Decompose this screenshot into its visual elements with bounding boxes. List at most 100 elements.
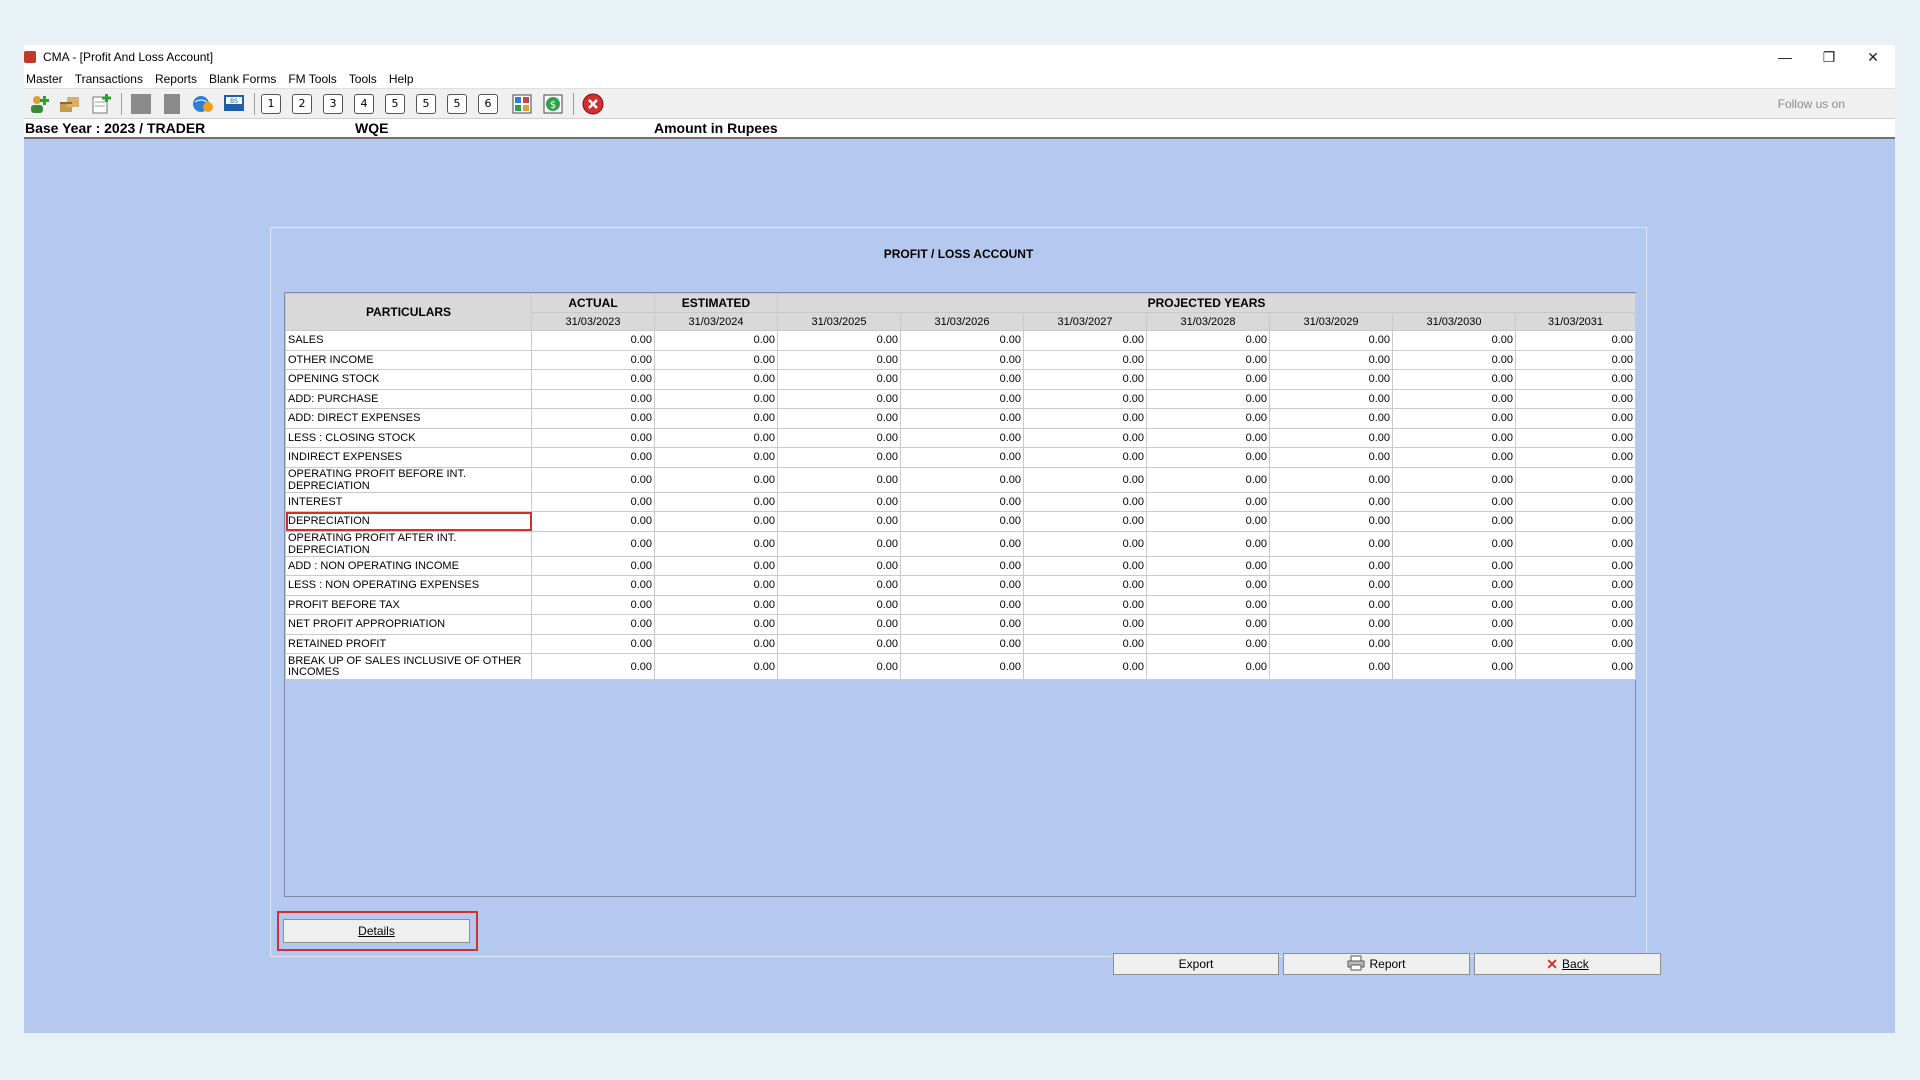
new-document-icon[interactable] [88,92,114,116]
value-cell[interactable]: 0.00 [1269,388,1393,409]
value-cell[interactable]: 0.00 [1392,575,1516,596]
value-cell[interactable]: 0.00 [1514,349,1637,370]
form-5-button[interactable]: 5 [385,93,405,114]
value-cell[interactable]: 0.00 [900,614,1024,635]
value-cell[interactable]: 0.00 [654,653,778,680]
value-cell[interactable]: 0.00 [1269,427,1393,448]
value-cell[interactable]: 0.00 [1269,653,1393,680]
value-cell[interactable]: 0.00 [531,530,655,557]
table-row[interactable]: ADD: PURCHASE 0.00 0.00 0.00 0.00 0.00 0.00 0.0… [285,388,1637,409]
value-cell[interactable]: 0.00 [1023,614,1147,635]
value-cell[interactable]: 0.00 [654,349,778,370]
value-cell[interactable]: 0.00 [1146,427,1270,448]
value-cell[interactable]: 0.00 [654,369,778,390]
value-cell[interactable]: 0.00 [654,447,778,468]
dollar-icon[interactable]: $ [540,92,566,116]
value-cell[interactable]: 0.00 [1514,447,1637,468]
value-cell[interactable]: 0.00 [900,555,1024,576]
form-3-button[interactable]: 3 [323,93,343,114]
value-cell[interactable]: 0.00 [1392,466,1516,493]
grey-block-icon[interactable] [159,92,185,116]
table-row[interactable]: OTHER INCOME 0.00 0.00 0.00 0.00 0.00 0.00 0.00… [285,349,1637,370]
row-label[interactable]: LESS : NON OPERATING EXPENSES [285,575,532,596]
value-cell[interactable]: 0.00 [531,466,655,493]
row-label[interactable]: INTEREST [285,491,532,512]
value-cell[interactable]: 0.00 [777,388,901,409]
value-cell[interactable]: 0.00 [1514,388,1637,409]
boxes-icon[interactable] [57,92,83,116]
value-cell[interactable]: 0.00 [1269,349,1393,370]
value-cell[interactable]: 0.00 [1269,633,1393,654]
value-cell[interactable]: 0.00 [1023,575,1147,596]
value-cell[interactable]: 0.00 [1146,594,1270,615]
row-label[interactable]: OTHER INCOME [285,349,532,370]
value-cell[interactable]: 0.00 [1146,614,1270,635]
value-cell[interactable]: 0.00 [777,349,901,370]
value-cell[interactable]: 0.00 [900,511,1024,532]
table-row[interactable]: INDIRECT EXPENSES 0.00 0.00 0.00 0.00 0.00 0.0… [285,447,1637,468]
exit-icon[interactable] [580,92,606,116]
value-cell[interactable]: 0.00 [900,349,1024,370]
value-cell[interactable]: 0.00 [1392,408,1516,429]
menu-help[interactable]: Help [383,72,420,86]
table-row[interactable]: OPENING STOCK 0.00 0.00 0.00 0.00 0.00 0.00 0.0… [285,369,1637,390]
form-4-button[interactable]: 4 [354,93,374,114]
value-cell[interactable]: 0.00 [1514,408,1637,429]
value-cell[interactable]: 0.00 [531,633,655,654]
table-row[interactable]: LESS : CLOSING STOCK 0.00 0.00 0.00 0.00 0.00… [285,427,1637,448]
back-button[interactable]: ✕ Back [1474,953,1661,975]
value-cell[interactable]: 0.00 [1146,349,1270,370]
value-cell[interactable]: 0.00 [1269,330,1393,351]
value-cell[interactable]: 0.00 [1146,466,1270,493]
value-cell[interactable]: 0.00 [1146,491,1270,512]
value-cell[interactable]: 0.00 [531,408,655,429]
menu-blank-forms[interactable]: Blank Forms [203,72,282,86]
value-cell[interactable]: 0.00 [1269,575,1393,596]
menu-fm-tools[interactable]: FM Tools [282,72,342,86]
value-cell[interactable]: 0.00 [777,408,901,429]
row-label[interactable]: OPERATING PROFIT AFTER INT. DEPRECIATION [285,530,532,557]
restore-icon[interactable]: ❐ [1807,45,1851,69]
table-row[interactable]: ADD: DIRECT EXPENSES 0.00 0.00 0.00 0.00 0.00… [285,408,1637,429]
globe-icon[interactable] [190,92,216,116]
value-cell[interactable]: 0.00 [1392,349,1516,370]
value-cell[interactable]: 0.00 [1514,511,1637,532]
value-cell[interactable]: 0.00 [1269,594,1393,615]
value-cell[interactable]: 0.00 [654,330,778,351]
table-row[interactable]: OPERATING PROFIT AFTER INT. DEPRECIATION… [285,530,1637,557]
value-cell[interactable]: 0.00 [1146,530,1270,557]
value-cell[interactable]: 0.00 [1146,369,1270,390]
menu-reports[interactable]: Reports [149,72,203,86]
value-cell[interactable]: 0.00 [654,491,778,512]
table-row[interactable]: PROFIT BEFORE TAX 0.00 0.00 0.00 0.00 0.00 0.0… [285,594,1637,615]
value-cell[interactable]: 0.00 [900,491,1024,512]
value-cell[interactable]: 0.00 [1392,388,1516,409]
value-cell[interactable]: 0.00 [1269,369,1393,390]
table-row[interactable]: DEPRECIATION 0.00 0.00 0.00 0.00 0.00 0.00 0.00… [285,511,1637,532]
value-cell[interactable]: 0.00 [777,653,901,680]
value-cell[interactable]: 0.00 [777,530,901,557]
value-cell[interactable]: 0.00 [777,447,901,468]
value-cell[interactable]: 0.00 [1023,653,1147,680]
table-row[interactable]: SALES 0.00 0.00 0.00 0.00 0.00 0.00 0.00 0.00 0.0… [285,330,1637,351]
value-cell[interactable]: 0.00 [531,388,655,409]
value-cell[interactable]: 0.00 [1023,633,1147,654]
value-cell[interactable]: 0.00 [1392,530,1516,557]
value-cell[interactable]: 0.00 [777,491,901,512]
value-cell[interactable]: 0.00 [531,555,655,576]
value-cell[interactable]: 0.00 [531,369,655,390]
value-cell[interactable]: 0.00 [531,491,655,512]
value-cell[interactable]: 0.00 [1392,594,1516,615]
table-row[interactable]: BREAK UP OF SALES INCLUSIVE OF OTHER INC… [285,653,1637,680]
form-5a-button[interactable]: 5 [416,93,436,114]
value-cell[interactable]: 0.00 [654,633,778,654]
details-button[interactable]: Details [283,919,470,943]
report-button[interactable]: Report [1283,953,1470,975]
value-cell[interactable]: 0.00 [1023,530,1147,557]
value-cell[interactable]: 0.00 [1023,369,1147,390]
value-cell[interactable]: 0.00 [1146,388,1270,409]
value-cell[interactable]: 0.00 [1514,633,1637,654]
value-cell[interactable]: 0.00 [1514,653,1637,680]
row-label[interactable]: ADD: PURCHASE [285,388,532,409]
value-cell[interactable]: 0.00 [1023,388,1147,409]
